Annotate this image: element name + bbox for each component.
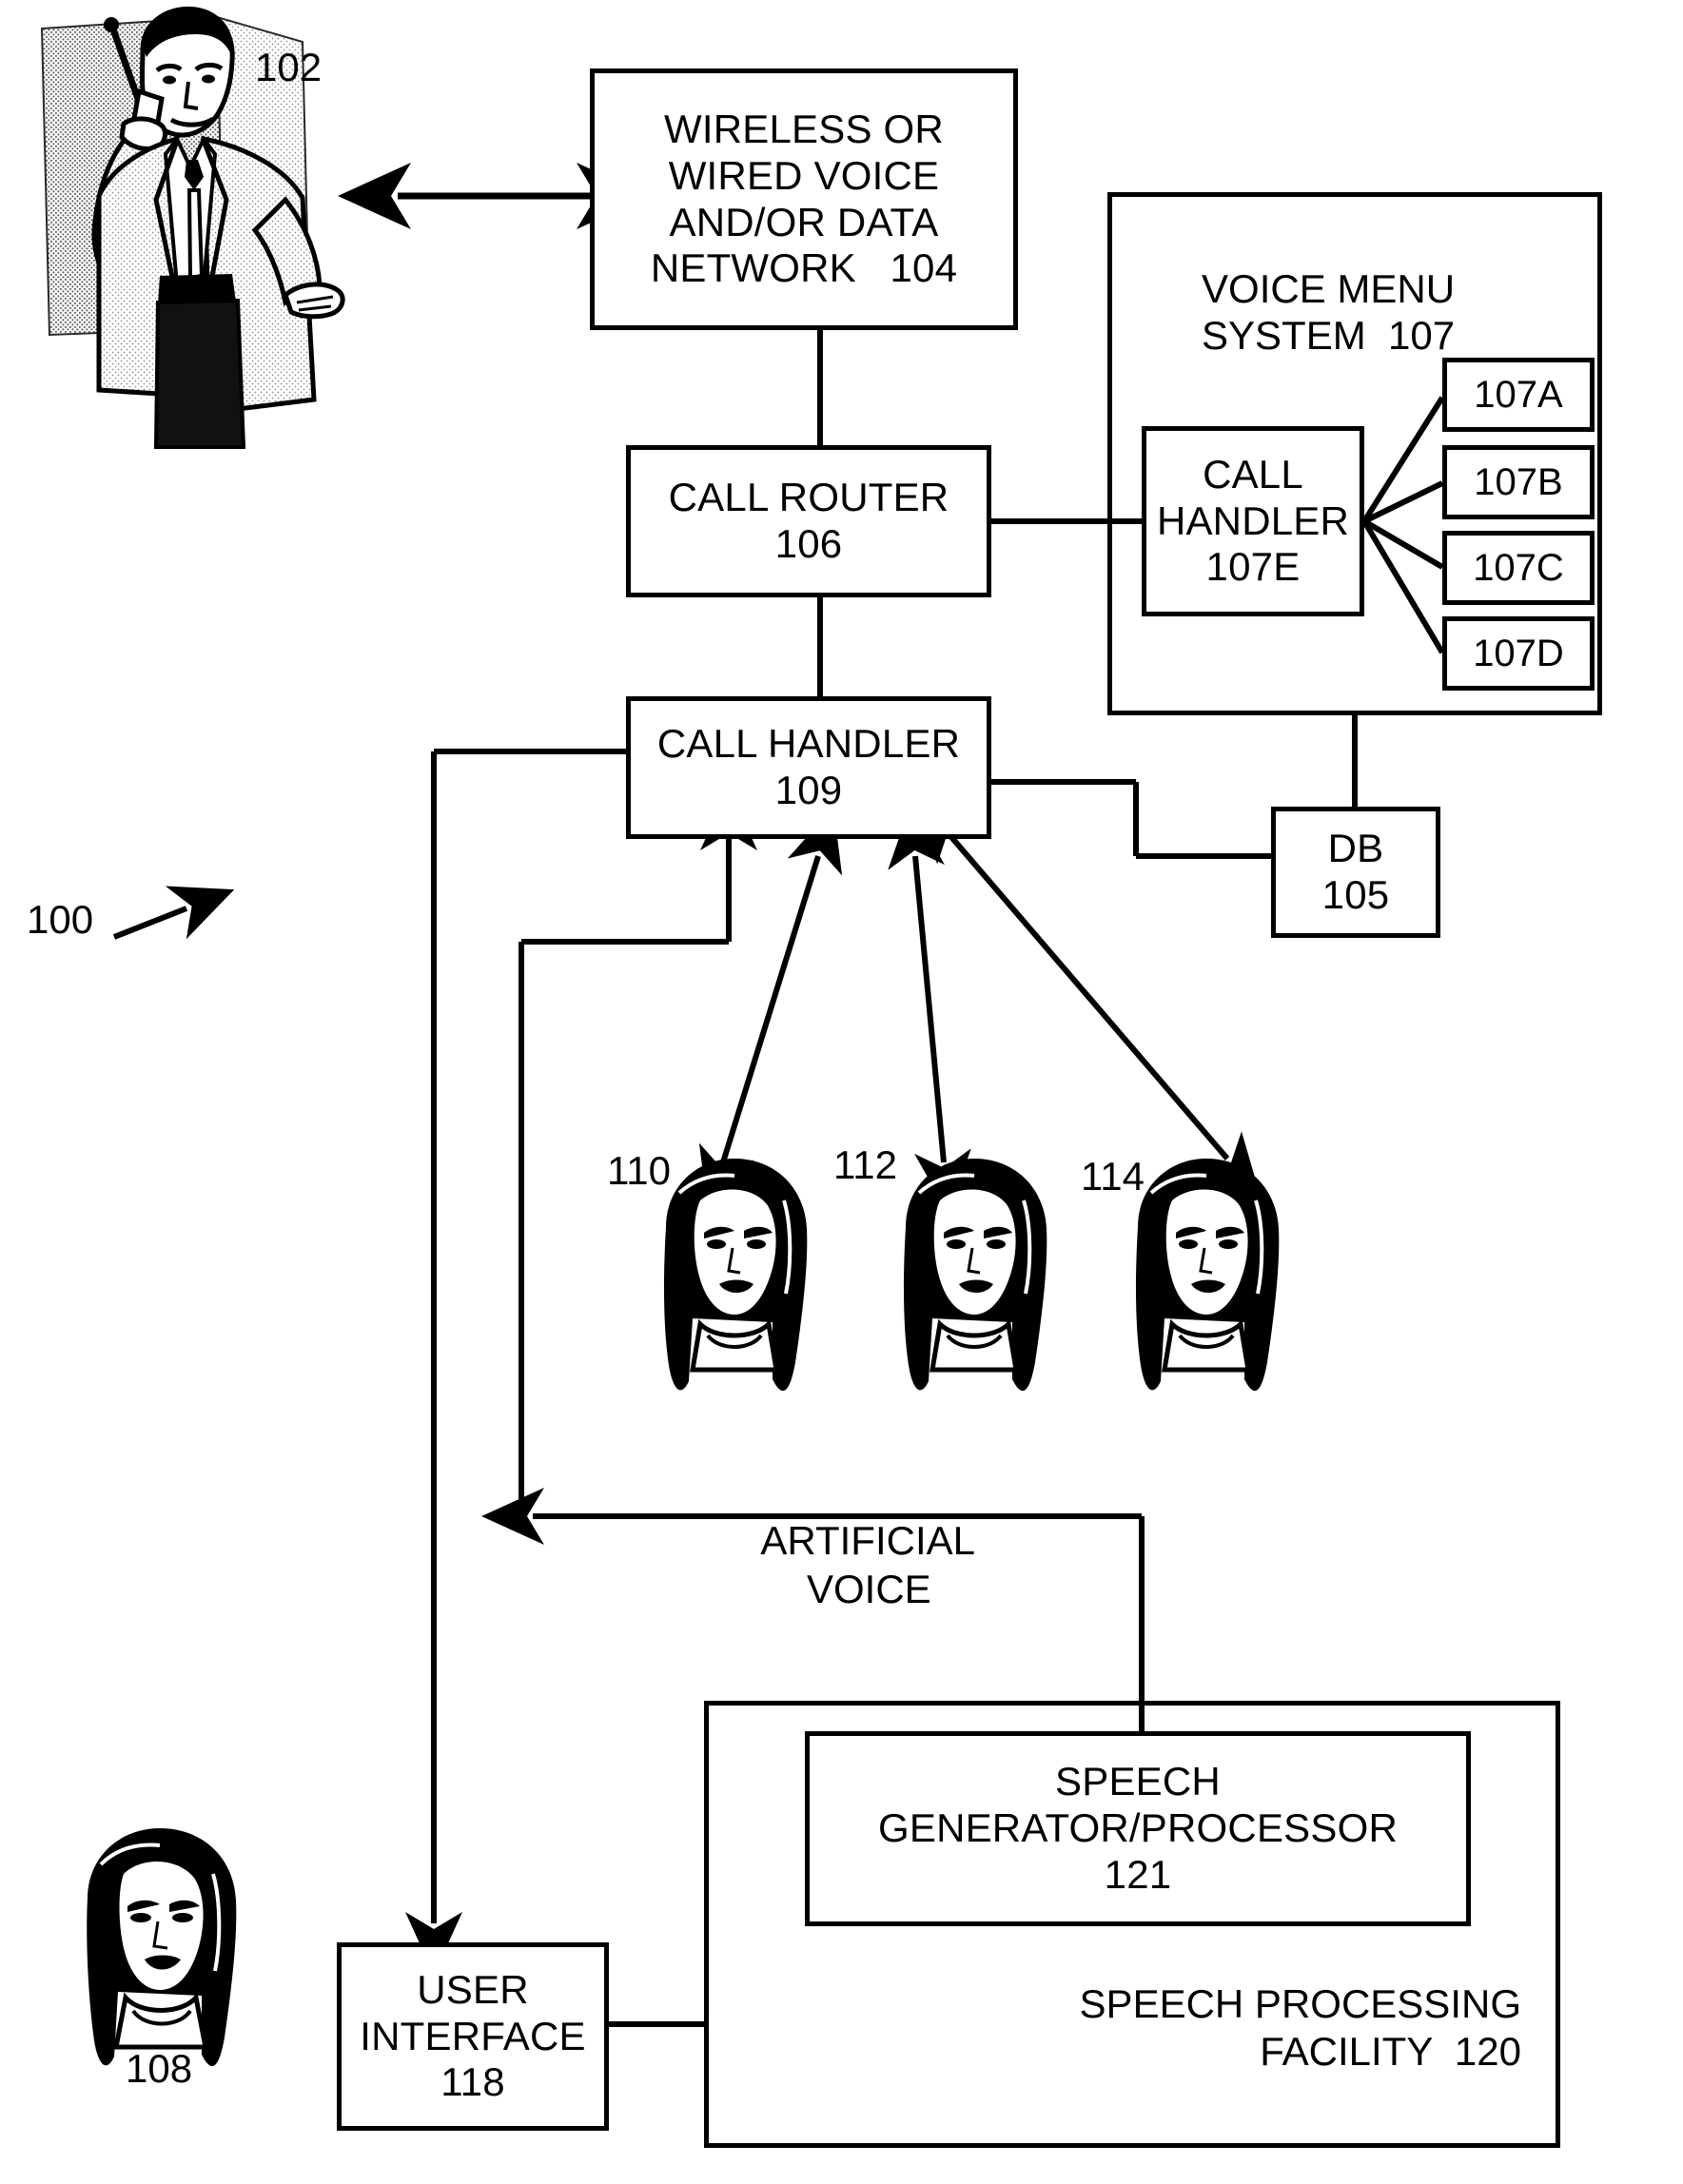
network-line-4: NETWORK 104 bbox=[650, 245, 958, 291]
operator-portrait-114 bbox=[1136, 1159, 1280, 1392]
menu-option-107a[interactable]: 107A bbox=[1442, 358, 1595, 432]
artificial-voice-label: ARTIFICIAL VOICE bbox=[704, 1470, 989, 1662]
voice-menu-system-label: VOICE MENU SYSTEM 107 bbox=[1135, 218, 1455, 406]
ui-line-2: INTERFACE bbox=[360, 2013, 586, 2058]
speech-facility-label: SPEECH PROCESSING FACILITY 120 bbox=[1013, 1934, 1521, 2122]
call-router-line-2: 106 bbox=[774, 521, 843, 566]
voice-menu-line-2: SYSTEM 107 bbox=[1202, 313, 1456, 359]
user-ref-108: 108 bbox=[126, 2046, 193, 2091]
call-router-block-106[interactable]: CALL ROUTER 106 bbox=[626, 445, 991, 597]
speech-gen-line-1: SPEECH bbox=[1055, 1759, 1221, 1804]
caller-ref-102: 102 bbox=[255, 45, 323, 89]
system-ref-100: 100 bbox=[27, 897, 94, 942]
voice-menu-line-1: VOICE MENU bbox=[1202, 265, 1456, 311]
operator-ref-114: 114 bbox=[1081, 1154, 1145, 1199]
call-handler-109-line-2: 109 bbox=[774, 768, 843, 812]
speech-gen-line-3: 121 bbox=[1104, 1851, 1172, 1897]
speech-generator-block-121[interactable]: SPEECH GENERATOR/PROCESSOR 121 bbox=[805, 1731, 1471, 1926]
artificial-voice-line-2: VOICE bbox=[806, 1566, 931, 1611]
call-router-line-1: CALL ROUTER bbox=[668, 475, 949, 520]
speech-facility-line-2: FACILITY 120 bbox=[1260, 2028, 1521, 2074]
db-block-105[interactable]: DB 105 bbox=[1271, 807, 1440, 938]
network-line-1: WIRELESS OR bbox=[664, 107, 944, 152]
ch107e-line-3: 107E bbox=[1205, 544, 1301, 590]
menu-option-107c[interactable]: 107C bbox=[1442, 531, 1595, 605]
artificial-voice-line-1: ARTIFICIAL bbox=[760, 1518, 975, 1564]
menu-option-107c-label: 107C bbox=[1473, 546, 1564, 589]
operator-portrait-112 bbox=[904, 1159, 1047, 1392]
db-line-1: DB bbox=[1327, 826, 1384, 871]
speech-facility-line-1: SPEECH PROCESSING bbox=[1079, 1981, 1521, 2027]
network-line-2: WIRED VOICE bbox=[668, 152, 940, 198]
menu-option-107a-label: 107A bbox=[1474, 373, 1563, 416]
menu-option-107d[interactable]: 107D bbox=[1442, 616, 1595, 691]
call-handler-109-line-1: CALL HANDLER bbox=[656, 721, 961, 767]
ch107e-line-2: HANDLER bbox=[1156, 497, 1350, 543]
user-portrait-108 bbox=[87, 1828, 237, 2067]
speech-gen-line-2: GENERATOR/PROCESSOR bbox=[877, 1805, 1398, 1851]
network-block-104[interactable]: WIRELESS OR WIRED VOICE AND/OR DATA NETW… bbox=[590, 68, 1018, 330]
system-leader-arrow bbox=[112, 886, 235, 940]
call-handler-block-109[interactable]: CALL HANDLER 109 bbox=[626, 696, 991, 839]
menu-option-107b[interactable]: 107B bbox=[1442, 445, 1595, 519]
db-line-2: 105 bbox=[1321, 872, 1390, 917]
operator-portrait-110 bbox=[664, 1159, 808, 1392]
call-handler-block-107e[interactable]: CALL HANDLER 107E bbox=[1142, 426, 1364, 616]
patent-figure-page: 102 100 108 WIRELESS OR WIRED VOICE AND/… bbox=[0, 0, 1683, 2184]
operator-ref-112: 112 bbox=[833, 1142, 897, 1187]
menu-option-107d-label: 107D bbox=[1473, 632, 1564, 674]
operator-ref-110: 110 bbox=[607, 1148, 671, 1193]
ch107e-line-1: CALL bbox=[1203, 451, 1303, 497]
user-interface-block-118[interactable]: USER INTERFACE 118 bbox=[337, 1942, 609, 2131]
menu-option-107b-label: 107B bbox=[1474, 460, 1563, 503]
ui-line-1: USER bbox=[417, 1966, 529, 2012]
ui-line-3: 118 bbox=[440, 2059, 505, 2105]
network-line-3: AND/OR DATA bbox=[669, 199, 939, 244]
